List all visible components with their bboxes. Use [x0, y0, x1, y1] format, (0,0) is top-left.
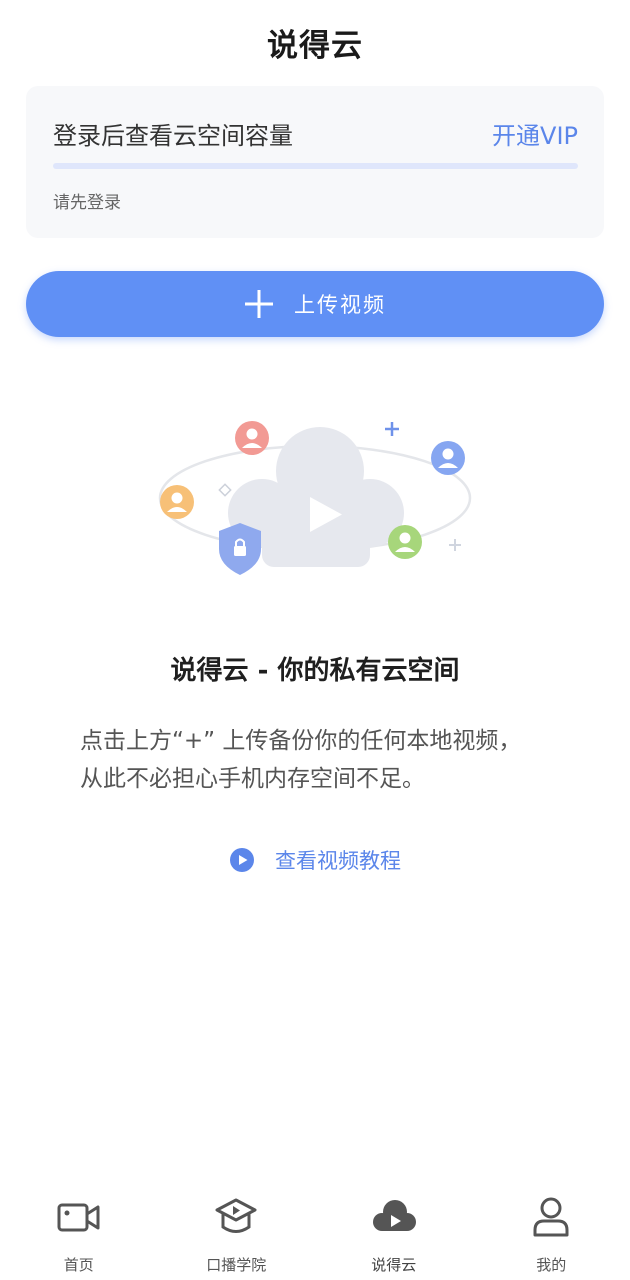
- tab-me[interactable]: 我的: [473, 1180, 630, 1280]
- upload-video-button[interactable]: 上传视频: [26, 271, 604, 337]
- login-hint[interactable]: 请先登录: [53, 188, 121, 213]
- sparkle-diamond-icon: [218, 483, 232, 497]
- graduation-cap-icon: [215, 1198, 257, 1233]
- tab-cloud-label: 说得云: [371, 1256, 417, 1274]
- page-title: 说得云: [267, 27, 363, 64]
- open-vip-link[interactable]: 开通VIP: [492, 116, 578, 151]
- view-tutorial-link[interactable]: 查看视频教程: [0, 845, 630, 875]
- play-circle-icon: [230, 848, 254, 872]
- tab-home-label: 首页: [63, 1256, 94, 1274]
- avatar-icon-blue: [431, 441, 465, 475]
- user-icon: [533, 1197, 569, 1237]
- tab-me-label: 我的: [536, 1256, 567, 1274]
- bottom-tab-bar: 首页 口播学院 说得云 我的: [0, 1180, 630, 1280]
- tab-cloud[interactable]: 说得云: [315, 1180, 472, 1280]
- cloud-illustration: [158, 421, 472, 575]
- storage-capacity-text: 登录后查看云空间容量: [53, 122, 293, 150]
- avatar-icon-red: [235, 421, 269, 455]
- cloud-play-icon: [372, 1200, 416, 1231]
- plus-icon: [245, 290, 273, 318]
- avatar-icon-green: [388, 525, 422, 559]
- storage-card: 登录后查看云空间容量 开通VIP 请先登录: [26, 86, 604, 238]
- tab-academy[interactable]: 口播学院: [158, 1180, 315, 1280]
- video-camera-icon: [57, 1203, 100, 1232]
- upload-video-label: 上传视频: [294, 293, 386, 317]
- tab-home[interactable]: 首页: [0, 1180, 157, 1280]
- hero-desc-line-2: 从此不必担心手机内存空间不足。: [80, 766, 425, 792]
- view-tutorial-label: 查看视频教程: [275, 849, 401, 873]
- hero-title: 说得云 - 你的私有云空间: [170, 656, 460, 686]
- avatar-icon-orange: [160, 485, 194, 519]
- hero-desc-line-1: 点击上方“+” 上传备份你的任何本地视频，: [80, 728, 522, 754]
- top-bar: 说得云: [0, 0, 630, 84]
- sparkle-plus-icon-small: [449, 539, 461, 551]
- tab-academy-label: 口播学院: [206, 1256, 267, 1274]
- shield-lock-icon: [219, 523, 261, 575]
- storage-progress-bar: [53, 163, 578, 169]
- hero-description: 点击上方“+” 上传备份你的任何本地视频， 从此不必担心手机内存空间不足。: [80, 722, 560, 798]
- sparkle-plus-icon: [385, 422, 399, 436]
